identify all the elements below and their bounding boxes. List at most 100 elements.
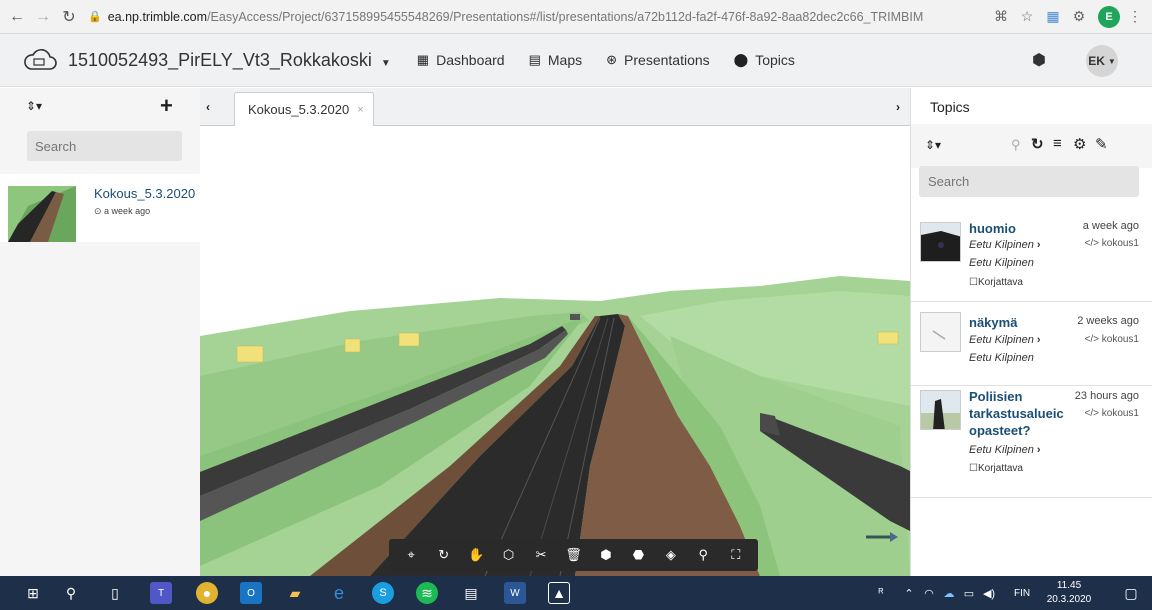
onedrive-icon[interactable]: ☁ — [938, 582, 960, 604]
photos-icon[interactable]: ▲ — [548, 582, 570, 604]
topic-tag: </> kokous1 — [1084, 238, 1139, 249]
pan-tool-icon[interactable]: ✋ — [465, 547, 487, 563]
topics-panel: Topics ⇕▾ ⚲ ↻ ≡ ⚙ ✎ huomio a week ago </… — [910, 88, 1152, 576]
topic-item[interactable]: huomio a week ago </> kokous1 Eetu Kilpi… — [911, 216, 1152, 302]
spotify-icon[interactable]: ≋ — [416, 582, 438, 604]
topic-search-input[interactable] — [919, 166, 1139, 197]
extension-icon[interactable]: ▦ — [1040, 4, 1066, 30]
3d-scene — [200, 276, 910, 576]
browser-toolbar: ← → ↻ 🔒 ea.np.trimble.com/EasyAccess/Pro… — [0, 0, 1152, 34]
section-cut-icon[interactable]: ✂ — [530, 547, 552, 563]
presentations-sidebar: ⇕▾ + Kokous_5.3.2020 ⊙ a week ago — [0, 88, 200, 576]
edit-icon[interactable]: ✎ — [1095, 135, 1108, 153]
viewer-tab-strip: ‹ Kokous_5.3.2020 × › — [200, 88, 910, 126]
forward-icon[interactable]: → — [32, 6, 54, 28]
nav-presentations[interactable]: ⊛ Presentations — [606, 52, 710, 68]
reload-icon[interactable]: ↻ — [58, 6, 80, 28]
edge-icon[interactable]: e — [328, 582, 350, 604]
word-icon[interactable]: W — [504, 582, 526, 604]
orbit-tool-icon[interactable]: ↻ — [433, 547, 455, 563]
search-icon[interactable]: ⚲ — [60, 582, 82, 604]
topic-label: ☐Korjattava — [969, 463, 1023, 474]
checkbox-icon: ☐ — [969, 463, 978, 474]
topic-label-text: Korjattava — [977, 463, 1023, 474]
printer-icon[interactable]: ▤ — [460, 582, 482, 604]
measure-tool-icon[interactable]: ⬡ — [498, 547, 520, 563]
browser-menu-icon[interactable]: ⋮ — [1122, 4, 1148, 30]
nav-topics[interactable]: ⬤ Topics — [734, 52, 795, 68]
input-language[interactable]: FIN — [1014, 588, 1030, 599]
skype-icon[interactable]: S — [372, 582, 394, 604]
sort-icon[interactable]: ⇕▾ — [26, 99, 42, 113]
topic-title: näkymä — [969, 315, 1018, 330]
topic-tag: </> kokous1 — [1084, 334, 1139, 345]
project-dropdown[interactable]: 1510052493_PirELY_Vt3_Rokkakoski ▼ — [68, 50, 391, 71]
3d-viewport[interactable]: ⌖ ↻ ✋ ⬡ ✂ 🗑 ⬢ ⬣ ◈ ⚲ ⛶ — [200, 126, 910, 576]
notifications-icon[interactable]: ▢ — [1120, 582, 1142, 604]
dashboard-icon: ▦ — [416, 52, 430, 67]
windows-start-icon[interactable]: ⊞ — [22, 582, 44, 604]
topic-title-line: tarkastusalueic — [969, 406, 1064, 421]
tray-up-icon[interactable]: ⌃ — [898, 582, 920, 604]
bookmark-star-icon[interactable]: ☆ — [1014, 4, 1040, 30]
caret-down-icon: ▼ — [380, 57, 391, 69]
clock-time: 11.45 — [1056, 580, 1082, 591]
checkbox-icon: ☐ — [969, 277, 978, 288]
topic-title: Poliisien tarkastusalueic opasteet? — [969, 388, 1064, 439]
caret-down-icon: ▼ — [1107, 56, 1116, 66]
nav-maps[interactable]: ▤ Maps — [529, 52, 583, 68]
topic-tag: </> kokous1 — [1084, 408, 1139, 419]
presentation-title: Kokous_5.3.2020 — [94, 186, 196, 201]
topic-title-line: opasteet? — [969, 423, 1031, 438]
user-avatar[interactable]: EK ▼ — [1086, 45, 1118, 77]
refresh-icon[interactable]: ↻ — [1031, 135, 1044, 153]
nav-dashboard[interactable]: ▦ Dashboard — [417, 52, 505, 68]
tab-scroll-left-icon[interactable]: ‹ — [206, 100, 210, 114]
presentation-search-input[interactable] — [27, 131, 182, 161]
cube-view2-icon[interactable]: ⬣ — [627, 547, 649, 563]
sort-icon[interactable]: ⇕▾ — [925, 138, 941, 152]
address-bar[interactable]: 🔒 ea.np.trimble.com/EasyAccess/Project/6… — [88, 3, 988, 31]
people-icon[interactable]: ᴿ — [870, 582, 892, 604]
settings-icon[interactable]: ⚙ — [1073, 135, 1086, 153]
topic-item[interactable]: Poliisien tarkastusalueic opasteet? 23 h… — [911, 386, 1152, 498]
cloud-logo-icon[interactable] — [22, 47, 58, 73]
profile-button[interactable]: E — [1096, 4, 1122, 30]
wifi-icon[interactable]: ◠ — [918, 582, 940, 604]
task-view-icon[interactable]: ▯ — [104, 582, 126, 604]
teams-icon[interactable]: T — [150, 582, 172, 604]
cube-view3-icon[interactable]: ◈ — [660, 547, 682, 563]
battery-icon[interactable]: ▭ — [958, 582, 980, 604]
topic-label-text: Korjattava — [977, 277, 1023, 288]
topic-title: huomio — [969, 221, 1016, 236]
presentations-icon: ⊛ — [606, 52, 618, 67]
model-cube-icon[interactable]: ⬢ — [1032, 50, 1046, 70]
fullscreen-icon[interactable]: ⛶ — [725, 547, 747, 563]
outlook-icon[interactable]: O — [240, 582, 262, 604]
translate-icon[interactable]: ⌘ — [988, 4, 1014, 30]
location-pin-icon[interactable]: ⚲ — [1011, 137, 1021, 153]
list-icon[interactable]: ≡ — [1053, 135, 1062, 152]
cube-view-icon[interactable]: ⬢ — [595, 547, 617, 563]
topic-thumbnail — [920, 312, 961, 352]
topic-item[interactable]: näkymä 2 weeks ago </> kokous1 Eetu Kilp… — [911, 302, 1152, 386]
chrome-icon[interactable]: ● — [196, 582, 218, 604]
select-tool-icon[interactable]: ⌖ — [400, 547, 422, 563]
topic-author: Eetu Kilpinen — [969, 352, 1034, 364]
tab-scroll-right-icon[interactable]: › — [896, 100, 900, 114]
volume-icon[interactable]: ◀) — [978, 582, 1000, 604]
delete-icon[interactable]: 🗑 — [562, 547, 584, 563]
tab-close-icon[interactable]: × — [357, 104, 363, 116]
avatar-initials: EK — [1088, 54, 1105, 68]
file-explorer-icon[interactable]: ▰ — [284, 582, 306, 604]
back-icon[interactable]: ← — [6, 6, 28, 28]
nav-label: Presentations — [624, 52, 710, 68]
zoom-icon[interactable]: ⚲ — [692, 547, 714, 563]
presentation-list-item[interactable]: Kokous_5.3.2020 ⊙ a week ago — [0, 174, 200, 242]
lock-icon: 🔒 — [88, 11, 102, 23]
add-presentation-button[interactable]: + — [160, 93, 173, 119]
extension2-icon[interactable]: ⚙ — [1066, 4, 1092, 30]
url-path: /EasyAccess/Project/637158995455548269/P… — [207, 9, 924, 24]
clock[interactable]: 11.45 20.3.2020 — [1044, 579, 1094, 607]
tab-presentation[interactable]: Kokous_5.3.2020 × — [234, 92, 374, 126]
